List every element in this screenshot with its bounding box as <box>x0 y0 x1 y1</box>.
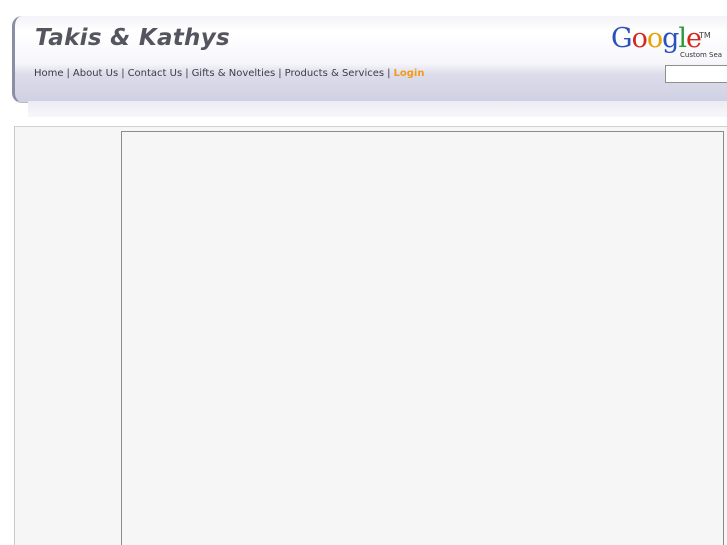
main-nav: Home | About Us | Contact Us | Gifts & Novelti… <box>34 68 424 79</box>
google-logo-letter: l <box>678 23 687 54</box>
google-logo-letter: o <box>631 23 648 54</box>
nav-home-link[interactable]: Home <box>34 68 64 79</box>
nav-separator: | <box>278 68 282 79</box>
google-logo-letter: g <box>662 23 679 54</box>
content-panel <box>121 131 724 545</box>
nav-login-link[interactable]: Login <box>394 68 425 79</box>
google-logo-letter: o <box>646 23 663 54</box>
custom-search-caption: Custom Sea <box>680 51 723 59</box>
page: Takis & Kathys Home | About Us | Contact Us |… <box>0 0 727 545</box>
search-input[interactable] <box>665 65 727 83</box>
nav-separator: | <box>121 68 125 79</box>
google-trademark: TM <box>699 31 711 40</box>
nav-products-services-link[interactable]: Products & Services <box>285 68 385 79</box>
nav-separator: | <box>387 68 391 79</box>
nav-about-us-link[interactable]: About Us <box>73 68 118 79</box>
nav-contact-us-link[interactable]: Contact Us <box>128 68 183 79</box>
google-logo-letter: G <box>611 23 633 54</box>
site-title: Takis & Kathys <box>35 25 231 51</box>
nav-separator: | <box>185 68 189 79</box>
google-logo: Google <box>611 23 702 54</box>
header-strip <box>28 101 727 117</box>
nav-separator: | <box>66 68 70 79</box>
nav-gifts-novelties-link[interactable]: Gifts & Novelties <box>192 68 276 79</box>
